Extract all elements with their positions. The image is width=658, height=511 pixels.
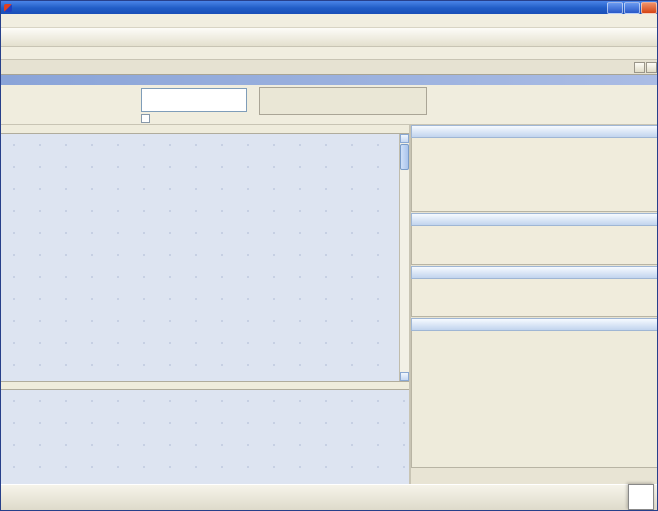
powtarzanie-body: [411, 279, 658, 317]
waveform-panel-lower[interactable]: [1, 390, 409, 484]
tab-list-button[interactable]: [634, 62, 645, 73]
powtarzanie-panel: [411, 266, 658, 317]
minimize-button[interactable]: [607, 2, 623, 14]
copy-checkbox[interactable]: [141, 114, 150, 123]
scroll-up-button[interactable]: [400, 134, 409, 143]
tab-close-button[interactable]: [646, 62, 657, 73]
comments-section: [141, 86, 247, 123]
scrollbar-thumb[interactable]: [400, 144, 409, 170]
close-button[interactable]: [641, 2, 657, 14]
function-key-bar: [1, 484, 658, 511]
panel-titlebar: [411, 213, 658, 226]
vertical-scrollbar[interactable]: [399, 134, 409, 381]
template-header: [1, 75, 658, 85]
wystapienia-panel: [411, 213, 658, 265]
exam-info-bar: [1, 85, 658, 125]
device-settings: [259, 87, 427, 115]
scatter-panel: [411, 318, 658, 468]
test-toolbar: [1, 47, 658, 60]
time-ruler-lower: [1, 381, 409, 390]
application-window: [0, 0, 658, 511]
results-panel: [411, 125, 658, 484]
time-ruler: [1, 125, 409, 134]
waveform-traces: [1, 134, 399, 381]
result-tab-bar: [411, 469, 658, 484]
superimposed-traces: [1, 390, 409, 484]
app-icon: [4, 4, 12, 12]
device-section: [259, 86, 427, 115]
scatter-chart: [412, 331, 658, 467]
comments-textarea[interactable]: [141, 88, 247, 112]
tab-strip-buttons: [634, 62, 658, 74]
parametry-panel: [411, 125, 658, 212]
copy-to-report-option[interactable]: [141, 114, 247, 123]
title-bar[interactable]: [1, 1, 658, 14]
wystapienia-body: [411, 226, 658, 265]
window-buttons: [607, 2, 658, 14]
scatter-body: [411, 331, 658, 468]
panel-titlebar: [411, 125, 658, 138]
waveform-viewer: [1, 125, 409, 484]
parametry-body: [411, 138, 658, 212]
menu-bar: [1, 14, 658, 28]
maximize-button[interactable]: [624, 2, 640, 14]
main-toolbar: [1, 28, 658, 47]
panel-titlebar: [411, 266, 658, 279]
exam-tab-strip: [1, 60, 658, 75]
close-overlay-button[interactable]: [628, 484, 654, 510]
scroll-down-button[interactable]: [400, 372, 409, 381]
panel-titlebar: [411, 318, 658, 331]
waveform-panel-upper[interactable]: [1, 134, 399, 381]
